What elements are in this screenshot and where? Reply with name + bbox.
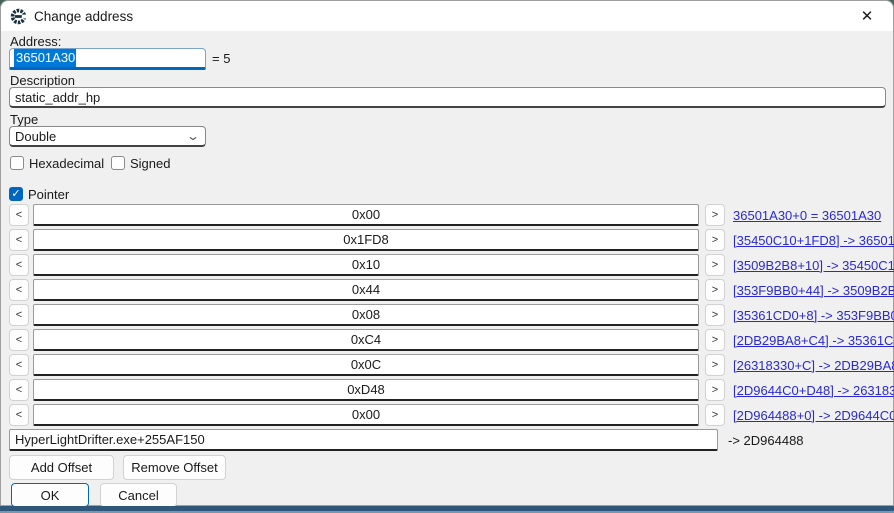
offset-input[interactable]: 0x44 (33, 279, 699, 301)
offset-input[interactable]: 0x08 (33, 304, 699, 326)
description-label: Description (10, 73, 75, 88)
signed-label: Signed (130, 156, 170, 171)
cancel-button[interactable]: Cancel (100, 483, 177, 507)
decrease-offset-button[interactable]: < (9, 229, 29, 251)
type-label: Type (10, 112, 38, 127)
offset-input[interactable]: 0x00 (33, 404, 699, 426)
pointer-resolution-link[interactable]: [2D964488+0] -> 2D9644C0 (733, 408, 894, 423)
titlebar[interactable]: Change address ✕ (1, 1, 893, 31)
base-address-input[interactable]: HyperLightDrifter.exe+255AF150 (9, 429, 718, 451)
increase-offset-button[interactable]: > (705, 404, 725, 426)
pointer-resolution-link[interactable]: [2DB29BA8+C4] -> 35361CD0 (733, 333, 894, 348)
increase-offset-button[interactable]: > (705, 354, 725, 376)
address-result: = 5 (212, 51, 230, 66)
pointer-resolution-link[interactable]: [3509B2B8+10] -> 35450C10 (733, 258, 894, 273)
offset-input[interactable]: 0xC4 (33, 329, 699, 351)
pointer-offset-row: < 0x08 > [35361CD0+8] -> 353F9BB0 (9, 304, 894, 326)
pointer-offset-row: < 0x00 > [2D964488+0] -> 2D9644C0 (9, 404, 894, 426)
increase-offset-button[interactable]: > (705, 204, 725, 226)
address-input[interactable]: 36501A30 (9, 48, 206, 70)
chevron-down-icon: ⌄ (186, 129, 200, 143)
check-icon: ✓ (11, 188, 20, 200)
background-window-edge (0, 506, 894, 513)
window-title: Change address (34, 9, 133, 24)
pointer-rows: < 0x00 > 36501A30+0 = 36501A30 < 0x1FD8 … (9, 204, 894, 429)
decrease-offset-button[interactable]: < (9, 354, 29, 376)
address-value-selected: 36501A30 (14, 49, 76, 67)
pointer-offset-row: < 0xC4 > [2DB29BA8+C4] -> 35361CD0 (9, 329, 894, 351)
pointer-offset-row: < 0x44 > [353F9BB0+44] -> 3509B2B8 (9, 279, 894, 301)
pointer-offset-row: < 0x00 > 36501A30+0 = 36501A30 (9, 204, 894, 226)
decrease-offset-button[interactable]: < (9, 254, 29, 276)
pointer-resolution-link[interactable]: [2D9644C0+D48] -> 26318330 (733, 383, 894, 398)
change-address-dialog: Change address ✕ Address: 36501A30 = 5 D… (0, 0, 894, 506)
hexadecimal-checkbox[interactable] (10, 156, 24, 170)
pointer-resolution-link[interactable]: [35361CD0+8] -> 353F9BB0 (733, 308, 894, 323)
offset-input[interactable]: 0x0C (33, 354, 699, 376)
add-offset-button[interactable]: Add Offset (9, 455, 114, 480)
close-button[interactable]: ✕ (845, 1, 889, 30)
increase-offset-button[interactable]: > (705, 379, 725, 401)
close-icon: ✕ (861, 7, 874, 25)
pointer-resolution-link[interactable]: [353F9BB0+44] -> 3509B2B8 (733, 283, 894, 298)
address-label: Address: (10, 34, 61, 49)
decrease-offset-button[interactable]: < (9, 304, 29, 326)
signed-checkbox[interactable] (111, 156, 125, 170)
increase-offset-button[interactable]: > (705, 279, 725, 301)
increase-offset-button[interactable]: > (705, 254, 725, 276)
base-address-resolution: -> 2D964488 (728, 433, 804, 448)
hexadecimal-label: Hexadecimal (29, 156, 104, 171)
pointer-offset-row: < 0x10 > [3509B2B8+10] -> 35450C10 (9, 254, 894, 276)
type-selected-value: Double (15, 129, 56, 144)
remove-offset-button[interactable]: Remove Offset (123, 455, 226, 480)
type-select[interactable]: Double ⌄ (9, 126, 206, 147)
pointer-resolution-link[interactable]: [26318330+C] -> 2DB29BA8 (733, 358, 894, 373)
offset-input[interactable]: 0x1FD8 (33, 229, 699, 251)
decrease-offset-button[interactable]: < (9, 329, 29, 351)
ok-button[interactable]: OK (11, 483, 89, 507)
increase-offset-button[interactable]: > (705, 304, 725, 326)
pointer-offset-row: < 0x1FD8 > [35450C10+1FD8] -> 36501A30 (9, 229, 894, 251)
decrease-offset-button[interactable]: < (9, 204, 29, 226)
increase-offset-button[interactable]: > (705, 329, 725, 351)
decrease-offset-button[interactable]: < (9, 279, 29, 301)
pointer-checkbox[interactable]: ✓ (9, 187, 23, 201)
offset-input[interactable]: 0x10 (33, 254, 699, 276)
cheat-engine-icon (10, 8, 27, 25)
pointer-resolution-link[interactable]: [35450C10+1FD8] -> 36501A30 (733, 233, 894, 248)
description-input[interactable]: static_addr_hp (9, 87, 886, 108)
offset-input[interactable]: 0x00 (33, 204, 699, 226)
pointer-offset-row: < 0x0C > [26318330+C] -> 2DB29BA8 (9, 354, 894, 376)
decrease-offset-button[interactable]: < (9, 379, 29, 401)
increase-offset-button[interactable]: > (705, 229, 725, 251)
offset-input[interactable]: 0xD48 (33, 379, 699, 401)
pointer-label: Pointer (28, 187, 69, 202)
pointer-resolution-link[interactable]: 36501A30+0 = 36501A30 (733, 208, 881, 223)
pointer-offset-row: < 0xD48 > [2D9644C0+D48] -> 26318330 (9, 379, 894, 401)
decrease-offset-button[interactable]: < (9, 404, 29, 426)
